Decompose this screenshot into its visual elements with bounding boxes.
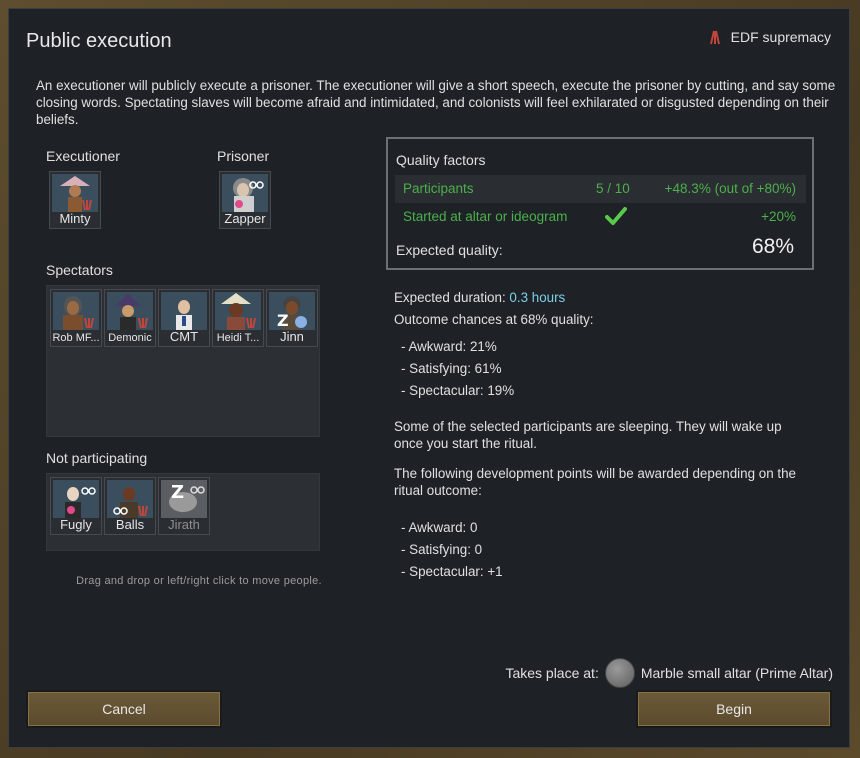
spectator-portrait: Z (269, 292, 315, 330)
participants-count: 5 / 10 (596, 181, 630, 196)
spectator-portrait (53, 292, 99, 330)
spectator-portrait (107, 292, 153, 330)
idle-name: Fugly (60, 517, 92, 532)
duration-label: Expected duration: (394, 290, 506, 305)
altar-icon (604, 658, 635, 688)
svg-text:Z: Z (171, 482, 184, 503)
prisoner-name: Zapper (224, 211, 266, 226)
expected-quality-label: Expected quality: (396, 242, 503, 258)
idle-name: Jirath (168, 517, 200, 532)
idle-name: Balls (115, 517, 145, 532)
altar-selector[interactable]: Takes place at: Marble small altar (Prim… (505, 658, 833, 688)
executioner-slot[interactable]: Minty (49, 171, 101, 229)
ideoligion-icon (709, 30, 720, 45)
altar-factor-bonus: +20% (761, 209, 796, 224)
drag-hint: Drag and drop or left/right click to mov… (76, 575, 322, 587)
dev-spectacular: - Spectacular: +1 (401, 564, 503, 579)
prisoner-label: Prisoner (217, 148, 270, 164)
altar-name: Marble small altar (Prime Altar) (640, 665, 833, 681)
chance-spectacular: - Spectacular: 19% (401, 383, 515, 398)
spectator-pawn[interactable]: Rob MF... (50, 289, 102, 347)
dialog-title: Public execution (26, 30, 172, 52)
spectator-pawn[interactable]: Demonic (104, 289, 156, 347)
ritual-dialog: Public execution EDF supremacy An execut… (8, 8, 850, 748)
expected-quality-value: 68% (751, 235, 794, 258)
ideoligion-name: EDF supremacy (730, 29, 831, 45)
chances-label: Outcome chances at 68% quality: (394, 312, 594, 327)
idle-portrait (107, 480, 153, 518)
spectator-name: CMT (169, 329, 199, 344)
spectator-pawn[interactable]: CMT (158, 289, 210, 347)
idle-portrait (53, 480, 99, 518)
cancel-button[interactable]: Cancel (26, 690, 222, 728)
participants-label: Participants (403, 181, 474, 196)
svg-text:Z: Z (277, 311, 289, 330)
duration-line: Expected duration: 0.3 hours (394, 289, 565, 306)
ritual-description: An executioner will publicly execute a p… (36, 78, 836, 127)
executioner-portrait (52, 174, 98, 212)
spectator-portrait (161, 292, 207, 330)
idle-portrait: Z (161, 480, 207, 518)
not-participating-tray[interactable]: Fugly Balls Z Jirath (46, 473, 320, 551)
quality-factors-box: Quality factors Participants 5 / 10 +48.… (386, 137, 814, 270)
altar-row: Started at altar or ideogram +20% (395, 203, 806, 231)
checkmark-icon (605, 207, 627, 228)
spectator-name: Demonic (108, 332, 152, 344)
altar-factor-label: Started at altar or ideogram (403, 209, 568, 224)
spectator-name: Rob MF... (52, 332, 100, 344)
executioner-label: Executioner (46, 148, 120, 164)
chance-awkward: - Awkward: 21% (401, 339, 497, 354)
participants-row: Participants 5 / 10 +48.3% (out of +80%) (395, 175, 806, 203)
quality-title: Quality factors (396, 152, 486, 168)
dev-awkward: - Awkward: 0 (401, 520, 478, 535)
sleeping-note: Some of the selected participants are sl… (394, 419, 782, 451)
not-participating-label: Not participating (46, 450, 148, 466)
spectators-tray[interactable]: Rob MF... Demonic CMT Heidi T... Z Jinn (46, 285, 320, 437)
duration-value: 0.3 hours (509, 290, 566, 305)
spectator-portrait (215, 292, 261, 330)
spectator-pawn[interactable]: Z Jinn (266, 289, 318, 347)
spectators-label: Spectators (46, 262, 113, 278)
ideoligion-label[interactable]: EDF supremacy (707, 29, 831, 45)
altar-label: Takes place at: (505, 665, 599, 681)
executioner-name: Minty (59, 211, 91, 226)
begin-button[interactable]: Begin (636, 690, 832, 728)
idle-pawn[interactable]: Balls (104, 477, 156, 535)
dev-satisfying: - Satisfying: 0 (401, 542, 483, 557)
prisoner-slot[interactable]: Zapper (219, 171, 271, 229)
participants-bonus: +48.3% (out of +80%) (664, 181, 796, 196)
spectator-name: Jinn (280, 329, 304, 344)
idle-pawn[interactable]: Fugly (50, 477, 102, 535)
idle-pawn[interactable]: Z Jirath (158, 477, 210, 535)
dev-points-note: The following development points will be… (394, 466, 796, 498)
chance-satisfying: - Satisfying: 61% (401, 361, 502, 376)
prisoner-portrait (222, 174, 268, 212)
spectator-name: Heidi T... (216, 332, 260, 344)
spectator-pawn[interactable]: Heidi T... (212, 289, 264, 347)
